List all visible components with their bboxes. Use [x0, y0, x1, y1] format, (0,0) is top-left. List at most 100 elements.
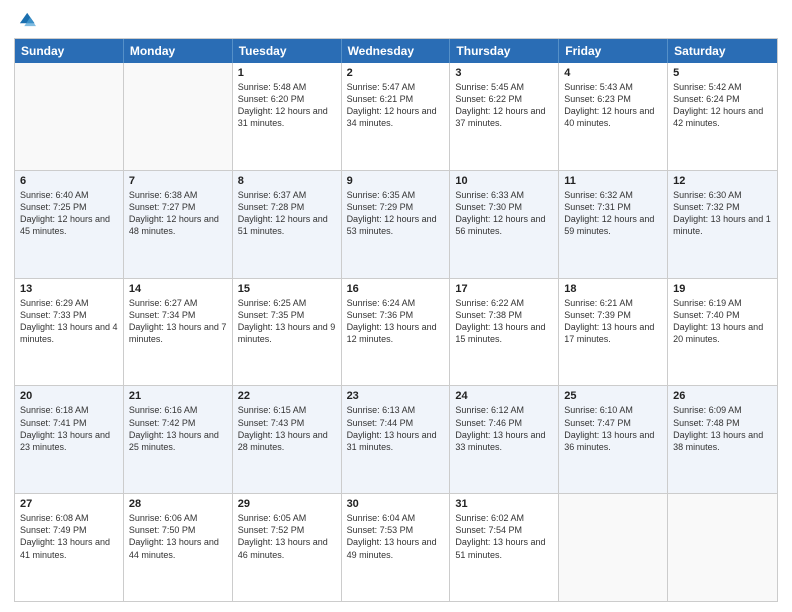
day-number: 4 — [564, 67, 662, 79]
day-detail: Sunrise: 6:29 AMSunset: 7:33 PMDaylight:… — [20, 297, 118, 346]
logo-icon — [14, 10, 36, 32]
day-number: 1 — [238, 67, 336, 79]
day-detail: Sunrise: 6:22 AMSunset: 7:38 PMDaylight:… — [455, 297, 553, 346]
header-day-friday: Friday — [559, 39, 668, 63]
header-day-thursday: Thursday — [450, 39, 559, 63]
day-detail: Sunrise: 6:33 AMSunset: 7:30 PMDaylight:… — [455, 189, 553, 238]
day-number: 18 — [564, 283, 662, 295]
day-number: 31 — [455, 498, 553, 510]
day-cell-15: 15 Sunrise: 6:25 AMSunset: 7:35 PMDayligh… — [233, 279, 342, 386]
day-detail: Sunrise: 6:15 AMSunset: 7:43 PMDaylight:… — [238, 404, 336, 453]
day-number: 27 — [20, 498, 118, 510]
day-detail: Sunrise: 6:21 AMSunset: 7:39 PMDaylight:… — [564, 297, 662, 346]
week-row-1: 1 Sunrise: 5:48 AMSunset: 6:20 PMDaylight… — [15, 63, 777, 170]
day-number: 15 — [238, 283, 336, 295]
day-cell-9: 9 Sunrise: 6:35 AMSunset: 7:29 PMDaylight… — [342, 171, 451, 278]
day-number: 12 — [673, 175, 772, 187]
day-cell-10: 10 Sunrise: 6:33 AMSunset: 7:30 PMDayligh… — [450, 171, 559, 278]
day-number: 29 — [238, 498, 336, 510]
day-cell-5: 5 Sunrise: 5:42 AMSunset: 6:24 PMDaylight… — [668, 63, 777, 170]
day-detail: Sunrise: 5:47 AMSunset: 6:21 PMDaylight:… — [347, 81, 445, 130]
week-row-5: 27Sunrise: 6:08 AMSunset: 7:49 PMDayligh… — [15, 493, 777, 601]
day-cell-4: 4 Sunrise: 5:43 AMSunset: 6:23 PMDaylight… — [559, 63, 668, 170]
day-cell-28: 28Sunrise: 6:06 AMSunset: 7:50 PMDayligh… — [124, 494, 233, 601]
day-detail: Sunrise: 6:13 AMSunset: 7:44 PMDaylight:… — [347, 404, 445, 453]
header — [14, 10, 778, 32]
day-detail: Sunrise: 5:48 AMSunset: 6:20 PMDaylight:… — [238, 81, 336, 130]
day-cell-11: 11Sunrise: 6:32 AMSunset: 7:31 PMDayligh… — [559, 171, 668, 278]
day-detail: Sunrise: 6:35 AMSunset: 7:29 PMDaylight:… — [347, 189, 445, 238]
day-cell-23: 23 Sunrise: 6:13 AMSunset: 7:44 PMDayligh… — [342, 386, 451, 493]
calendar-body: 1 Sunrise: 5:48 AMSunset: 6:20 PMDaylight… — [15, 63, 777, 601]
day-number: 30 — [347, 498, 445, 510]
logo — [14, 10, 40, 32]
header-day-wednesday: Wednesday — [342, 39, 451, 63]
day-detail: Sunrise: 6:37 AMSunset: 7:28 PMDaylight:… — [238, 189, 336, 238]
empty-cell — [124, 63, 233, 170]
empty-cell — [559, 494, 668, 601]
day-detail: Sunrise: 6:06 AMSunset: 7:50 PMDaylight:… — [129, 512, 227, 561]
header-day-sunday: Sunday — [15, 39, 124, 63]
header-day-saturday: Saturday — [668, 39, 777, 63]
calendar-header-row: SundayMondayTuesdayWednesdayThursdayFrid… — [15, 39, 777, 63]
header-day-tuesday: Tuesday — [233, 39, 342, 63]
day-cell-19: 19Sunrise: 6:19 AMSunset: 7:40 PMDayligh… — [668, 279, 777, 386]
day-cell-25: 25 Sunrise: 6:10 AMSunset: 7:47 PMDayligh… — [559, 386, 668, 493]
day-cell-2: 2 Sunrise: 5:47 AMSunset: 6:21 PMDaylight… — [342, 63, 451, 170]
day-detail: Sunrise: 6:09 AMSunset: 7:48 PMDaylight:… — [673, 404, 772, 453]
header-day-monday: Monday — [124, 39, 233, 63]
day-detail: Sunrise: 6:32 AMSunset: 7:31 PMDaylight:… — [564, 189, 662, 238]
day-cell-13: 13 Sunrise: 6:29 AMSunset: 7:33 PMDayligh… — [15, 279, 124, 386]
day-number: 20 — [20, 390, 118, 402]
day-number: 6 — [20, 175, 118, 187]
calendar: SundayMondayTuesdayWednesdayThursdayFrid… — [14, 38, 778, 602]
week-row-2: 6 Sunrise: 6:40 AMSunset: 7:25 PMDaylight… — [15, 170, 777, 278]
day-detail: Sunrise: 6:40 AMSunset: 7:25 PMDaylight:… — [20, 189, 118, 238]
week-row-3: 13 Sunrise: 6:29 AMSunset: 7:33 PMDayligh… — [15, 278, 777, 386]
day-cell-6: 6 Sunrise: 6:40 AMSunset: 7:25 PMDaylight… — [15, 171, 124, 278]
day-number: 21 — [129, 390, 227, 402]
day-number: 13 — [20, 283, 118, 295]
day-cell-1: 1 Sunrise: 5:48 AMSunset: 6:20 PMDaylight… — [233, 63, 342, 170]
day-detail: Sunrise: 6:05 AMSunset: 7:52 PMDaylight:… — [238, 512, 336, 561]
day-cell-31: 31Sunrise: 6:02 AMSunset: 7:54 PMDayligh… — [450, 494, 559, 601]
day-cell-3: 3 Sunrise: 5:45 AMSunset: 6:22 PMDaylight… — [450, 63, 559, 170]
day-number: 8 — [238, 175, 336, 187]
page: SundayMondayTuesdayWednesdayThursdayFrid… — [0, 0, 792, 612]
day-number: 14 — [129, 283, 227, 295]
day-detail: Sunrise: 6:04 AMSunset: 7:53 PMDaylight:… — [347, 512, 445, 561]
day-number: 22 — [238, 390, 336, 402]
day-cell-12: 12 Sunrise: 6:30 AMSunset: 7:32 PMDayligh… — [668, 171, 777, 278]
day-number: 7 — [129, 175, 227, 187]
day-cell-24: 24 Sunrise: 6:12 AMSunset: 7:46 PMDayligh… — [450, 386, 559, 493]
day-detail: Sunrise: 6:30 AMSunset: 7:32 PMDaylight:… — [673, 189, 772, 238]
day-detail: Sunrise: 6:25 AMSunset: 7:35 PMDaylight:… — [238, 297, 336, 346]
day-detail: Sunrise: 6:24 AMSunset: 7:36 PMDaylight:… — [347, 297, 445, 346]
day-number: 9 — [347, 175, 445, 187]
day-number: 10 — [455, 175, 553, 187]
day-number: 16 — [347, 283, 445, 295]
day-cell-17: 17 Sunrise: 6:22 AMSunset: 7:38 PMDayligh… — [450, 279, 559, 386]
day-number: 19 — [673, 283, 772, 295]
day-cell-8: 8 Sunrise: 6:37 AMSunset: 7:28 PMDaylight… — [233, 171, 342, 278]
day-cell-26: 26 Sunrise: 6:09 AMSunset: 7:48 PMDayligh… — [668, 386, 777, 493]
empty-cell — [668, 494, 777, 601]
day-detail: Sunrise: 6:12 AMSunset: 7:46 PMDaylight:… — [455, 404, 553, 453]
day-cell-27: 27Sunrise: 6:08 AMSunset: 7:49 PMDayligh… — [15, 494, 124, 601]
day-detail: Sunrise: 5:42 AMSunset: 6:24 PMDaylight:… — [673, 81, 772, 130]
day-number: 26 — [673, 390, 772, 402]
day-number: 2 — [347, 67, 445, 79]
day-detail: Sunrise: 5:43 AMSunset: 6:23 PMDaylight:… — [564, 81, 662, 130]
day-number: 3 — [455, 67, 553, 79]
day-number: 17 — [455, 283, 553, 295]
day-cell-7: 7 Sunrise: 6:38 AMSunset: 7:27 PMDaylight… — [124, 171, 233, 278]
day-number: 23 — [347, 390, 445, 402]
day-number: 5 — [673, 67, 772, 79]
day-number: 25 — [564, 390, 662, 402]
day-detail: Sunrise: 6:10 AMSunset: 7:47 PMDaylight:… — [564, 404, 662, 453]
week-row-4: 20Sunrise: 6:18 AMSunset: 7:41 PMDayligh… — [15, 385, 777, 493]
day-number: 24 — [455, 390, 553, 402]
day-detail: Sunrise: 6:27 AMSunset: 7:34 PMDaylight:… — [129, 297, 227, 346]
day-detail: Sunrise: 6:38 AMSunset: 7:27 PMDaylight:… — [129, 189, 227, 238]
day-detail: Sunrise: 5:45 AMSunset: 6:22 PMDaylight:… — [455, 81, 553, 130]
